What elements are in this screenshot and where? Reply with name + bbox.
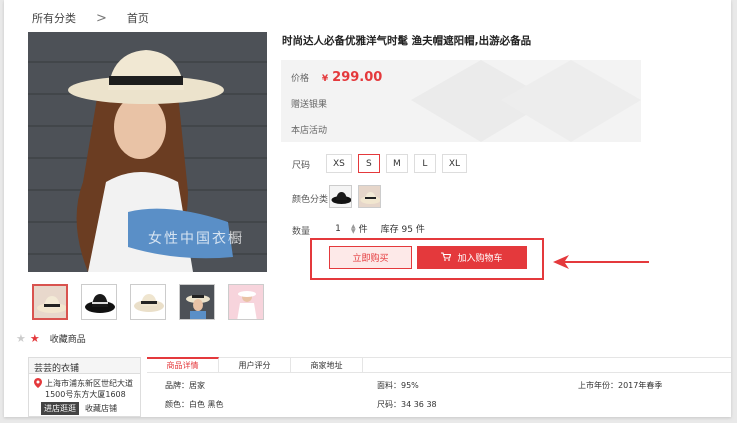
attr-fabric: 面料：95% [377, 381, 419, 390]
store-address: 上海市浦东新区世纪大道1500号东方大厦1608 [45, 379, 133, 399]
quantity-label: 数量 [292, 227, 311, 237]
price-value: ¥299.00 [322, 70, 382, 85]
collect-store-button[interactable]: 收藏店铺 [85, 403, 117, 414]
attr-size: 尺码：34 36 38 [377, 400, 437, 409]
breadcrumb-current[interactable]: 首页 [127, 10, 149, 26]
thumbnail-4[interactable] [179, 284, 215, 320]
tab-product-details[interactable]: 商品详情 [147, 357, 219, 372]
gift-text: 赠送银果 [291, 100, 328, 110]
price-label: 价格 [291, 74, 310, 84]
size-option-s[interactable]: S [357, 154, 380, 173]
color-option-white[interactable] [358, 185, 381, 208]
price-amount: 299.00 [332, 70, 383, 85]
tab-user-ratings[interactable]: 用户评分 [219, 358, 291, 372]
add-to-cart-label: 加入购物车 [457, 254, 503, 264]
price-panel: 价格 ¥299.00 赠送银果 本店活动 [281, 60, 641, 142]
currency-symbol: ¥ [321, 74, 329, 84]
size-option-xs[interactable]: XS [326, 154, 352, 173]
quantity-stepper-arrows[interactable]: ▲ ▼ [351, 223, 356, 234]
store-address-row: 上海市浦东新区世纪大道1500号东方大厦1608 [29, 374, 140, 400]
product-title: 时尚达人必备优雅洋气时髦 渔夫帽遮阳帽,出游必备品 [282, 35, 532, 47]
color-label: 颜色分类 [292, 195, 329, 205]
size-option-l[interactable]: L [413, 154, 436, 173]
store-panel: 芸芸的衣铺 上海市浦东新区世纪大道1500号东方大厦1608 进店逛逛 收藏店铺 [28, 357, 141, 417]
size-options: XS S M L XL [326, 154, 468, 173]
quantity-unit: 件 [358, 225, 368, 235]
quantity-stepper: 1 ▲ ▼ 件 库存 95 件 [328, 222, 425, 235]
attr-brand: 品牌：居家 [165, 381, 205, 390]
store-name: 芸芸的衣铺 [29, 358, 140, 374]
thumbnail-strip [32, 284, 264, 320]
star-filled-icon: ★ [29, 332, 40, 345]
attr-season: 上市年份：2017年春季 [578, 381, 663, 390]
stock-text: 库存 95 件 [380, 225, 425, 235]
add-to-cart-button[interactable]: 加入购物车 [417, 246, 527, 269]
thumbnail-2[interactable] [81, 284, 117, 320]
product-main-image: 女性中国衣橱 [28, 32, 267, 272]
star-outline-icon: ★ [16, 332, 26, 345]
favorite-product[interactable]: ★ ★ 收藏商品 [16, 332, 86, 345]
chevron-down-icon[interactable]: ▼ [351, 228, 356, 234]
store-actions: 进店逛逛 收藏店铺 [29, 400, 140, 417]
promo-text: 本店活动 [291, 126, 328, 136]
location-pin-icon [34, 378, 42, 400]
color-option-black[interactable] [329, 185, 352, 208]
arrow-left-icon [553, 254, 653, 273]
size-label: 尺码 [292, 161, 311, 171]
breadcrumb-root[interactable]: 所有分类 [32, 10, 76, 26]
tab-merchant-address[interactable]: 商家地址 [291, 358, 363, 372]
buy-now-button[interactable]: 立即购买 [329, 246, 412, 269]
breadcrumb-separator: > [96, 10, 107, 26]
cart-icon [441, 251, 452, 264]
attr-color: 颜色：白色 黑色 [165, 400, 224, 409]
thumbnail-1[interactable] [32, 284, 68, 320]
color-options [329, 185, 381, 208]
thumbnail-3[interactable] [130, 284, 166, 320]
watermark-text: 女性中国衣橱 [148, 231, 244, 247]
size-option-xl[interactable]: XL [441, 154, 468, 173]
price-row: 价格 ¥299.00 [291, 70, 382, 85]
enter-store-button[interactable]: 进店逛逛 [41, 402, 79, 415]
detail-tabs: 商品详情 用户评分 商家地址 [147, 357, 731, 373]
breadcrumb: 所有分类 > 首页 [32, 10, 149, 26]
thumbnail-5[interactable] [228, 284, 264, 320]
size-option-m[interactable]: M [385, 154, 408, 173]
favorite-label: 收藏商品 [49, 335, 86, 345]
quantity-input[interactable]: 1 [328, 224, 348, 234]
